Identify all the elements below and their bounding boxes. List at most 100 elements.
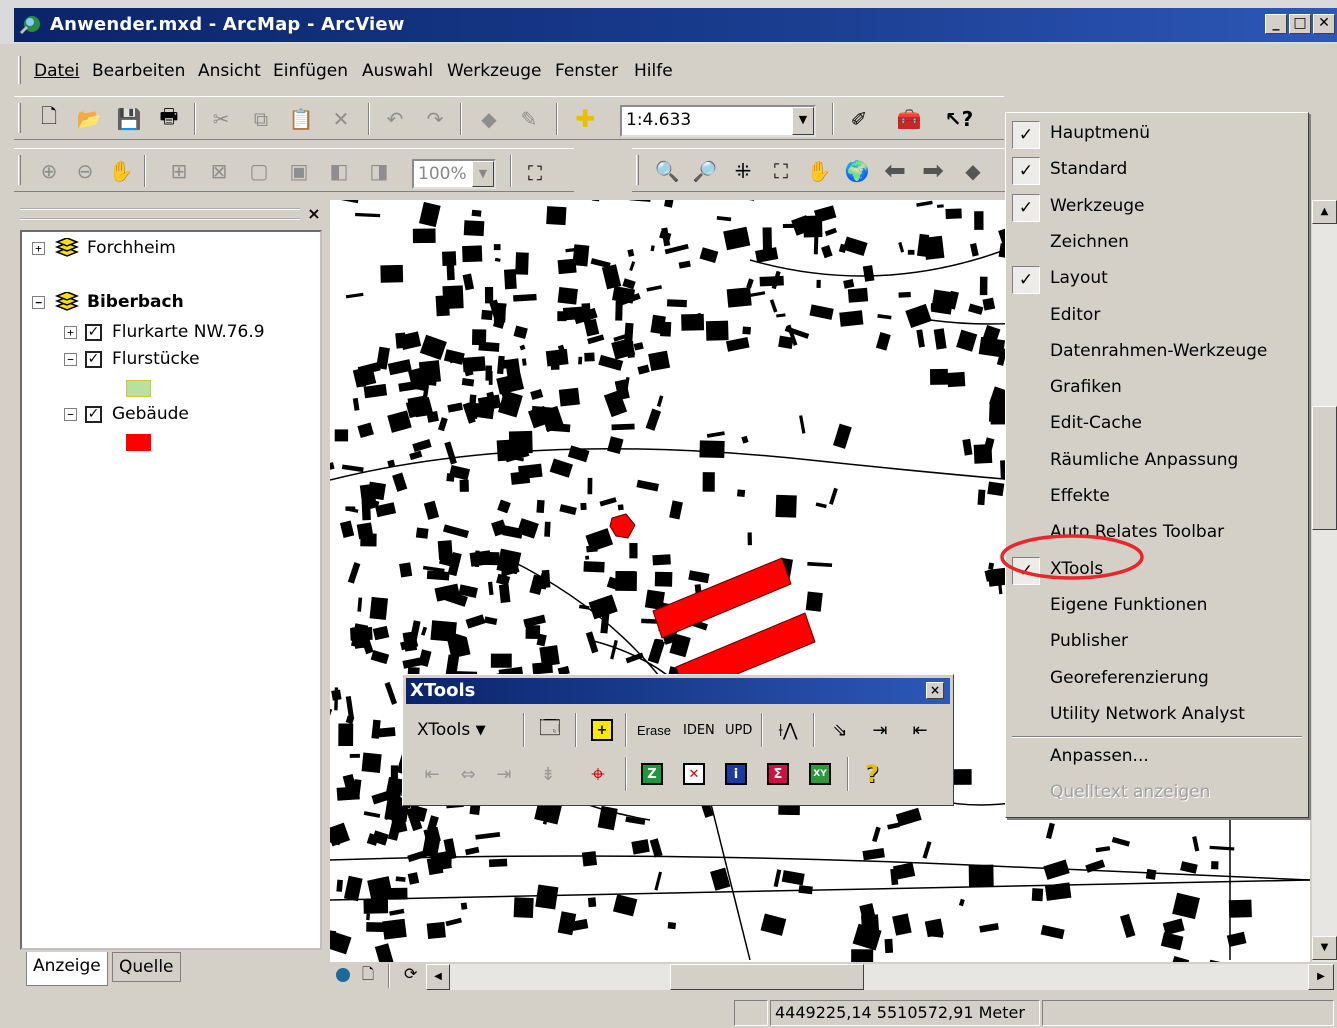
scroll-thumb[interactable] [670,964,864,990]
menu-datei[interactable]: Datei [34,61,79,81]
zoom-out-icon[interactable]: 🔎 [690,155,720,187]
toc-dock-handle[interactable] [20,208,300,220]
add-data-icon[interactable]: ✚ [570,103,600,135]
fit-to-line-icon[interactable]: ⇤ [905,715,935,745]
tree-layer-flurkarte[interactable]: + ✓ Flurkarte NW.76.9 [64,322,265,342]
map-vertical-scrollbar[interactable]: ▲ ▼ [1312,200,1337,962]
pen-icon[interactable]: ◆ [474,103,504,135]
map-horizontal-scrollbar[interactable] [450,964,1308,990]
delete-field-icon[interactable]: ✕ [679,759,709,789]
scroll-down-button[interactable]: ▼ [1312,936,1337,960]
xtools-dropdown-menu[interactable]: XTools ▼ [417,715,486,745]
pen-tool-icon[interactable]: ✎ [514,103,544,135]
layout-view-icon[interactable]: 🗋 [362,964,374,989]
copy-icon[interactable]: ⧉ [246,103,276,135]
menu-item-standard[interactable]: ✓ Standard [1006,153,1306,187]
menu-item-layout[interactable]: ✓ Layout [1006,262,1306,296]
titlebar-gradient[interactable]: Anwender.mxd - ArcMap - ArcView _ □ ✕ [14,8,1337,42]
minimize-button[interactable]: _ [1265,14,1287,34]
info-field-icon[interactable]: i [721,759,751,789]
tab-anzeige[interactable]: Anzeige [26,952,108,986]
collapse-icon[interactable]: − [32,295,45,309]
scroll-left-button[interactable]: ◀ [426,964,450,990]
menu-item-hauptmenü[interactable]: ✓ Hauptmenü [1006,117,1306,151]
convert-shapes-icon[interactable]: ⇘ [823,715,857,745]
toolbar-grip[interactable] [18,155,21,185]
delete-icon[interactable]: ✕ [326,103,356,135]
layer-visibility-checkbox[interactable]: ✓ [85,405,102,423]
menu-item-datenrahmen-werkzeuge[interactable]: Datenrahmen-Werkzeuge [1006,335,1306,369]
update-button[interactable]: UPD [725,715,752,745]
menu-item-georeferenzierung[interactable]: Georeferenzierung [1006,662,1306,696]
chevron-down-icon[interactable]: ▼ [792,107,814,135]
page-zoom-combo[interactable]: 100% ▼ [412,159,496,189]
pan-hand-icon[interactable]: ✋ [804,155,834,187]
menubar-grip[interactable] [18,56,21,84]
help-icon[interactable]: ? [857,759,887,789]
tree-group-forchheim[interactable]: + Forchheim [32,238,176,258]
focus-data-frame-icon[interactable]: ⛶ [520,157,550,189]
whats-this-icon[interactable]: ↖? [944,103,974,135]
menu-item-eigene-funktionen[interactable]: Eigene Funktionen [1006,589,1306,623]
collapse-icon[interactable]: − [64,407,77,421]
back-extent-icon[interactable]: ◧ [324,155,354,187]
save-icon[interactable]: 💾 [114,103,144,135]
tree-layer-flurstuecke[interactable]: − ✓ Flurstücke [64,349,200,369]
tree-layer-gebaeude[interactable]: − ✓ Gebäude [64,404,189,424]
arc-toolbox-icon[interactable]: 🧰 [894,103,924,135]
select-features-icon[interactable]: ◆ [958,155,988,187]
sum-field-icon[interactable]: Σ [763,759,793,789]
gebaeude-symbol-swatch[interactable] [126,434,151,451]
menu-item-räumliche-anpassung[interactable]: Räumliche Anpassung [1006,444,1306,478]
zoom-in-icon[interactable]: 🔍 [652,155,682,187]
expand-icon[interactable]: + [64,325,77,339]
editor-icon[interactable]: ✐ [844,103,874,135]
field-calc-green-icon[interactable]: Z [637,759,667,789]
menu-werkzeuge[interactable]: Werkzeuge [447,61,542,81]
erase-button[interactable]: Erase [637,715,671,745]
menu-item-werkzeuge[interactable]: ✓ Werkzeuge [1006,190,1306,224]
table-properties-icon[interactable]: 🗔 [535,715,565,745]
split-right-icon[interactable]: ⇥ [489,759,519,789]
menu-bearbeiten[interactable]: Bearbeiten [92,61,185,81]
map-scale-combo[interactable]: 1:4.633 ▼ [620,105,816,137]
toc-close-button[interactable]: × [304,204,324,224]
zoom-out-page-icon[interactable]: ⊖ [70,155,100,187]
menu-ansicht[interactable]: Ansicht [198,61,261,81]
menu-auswahl[interactable]: Auswahl [362,61,433,81]
split-left-icon[interactable]: ⇤ [417,759,447,789]
menu-item-zeichnen[interactable]: Zeichnen [1006,226,1306,260]
crosshair-icon[interactable]: ⌖ [583,759,613,789]
zoom-100-icon[interactable]: ▢ [244,155,274,187]
zoom-whole-page-icon[interactable]: ⊞ [164,155,194,187]
collapse-icon[interactable]: − [64,352,77,366]
split-step-icon[interactable]: ⇟ [533,759,563,789]
menu-item-edit-cache[interactable]: Edit-Cache [1006,407,1306,441]
fixed-zoom-in-icon[interactable]: ⁜ [728,155,758,187]
menu-item-publisher[interactable]: Publisher [1006,625,1306,659]
fixed-zoom-out-icon[interactable]: ⛶ [766,155,796,187]
close-button[interactable]: ✕ [1313,14,1335,34]
forward-extent-icon[interactable]: ◨ [364,155,394,187]
xtools-titlebar[interactable]: XTools × [406,678,950,704]
toolbar-grip[interactable] [636,155,639,185]
pan-page-icon[interactable]: ✋ [106,155,136,187]
forward-arrow-icon[interactable]: ➡ [918,155,948,187]
full-extent-icon[interactable]: 🌍 [842,155,872,187]
fit-icon[interactable]: ▣ [284,155,314,187]
menu-item-grafiken[interactable]: Grafiken [1006,371,1306,405]
tab-quelle[interactable]: Quelle [112,952,181,982]
menu-hilfe[interactable]: Hilfe [634,61,673,81]
redo-icon[interactable]: ↷ [420,103,450,135]
xtools-toolbar[interactable]: XTools × XTools ▼ 🗔 + Erase IDEN UPD ⟊⋀ … [402,674,954,806]
layer-visibility-checkbox[interactable]: ✓ [85,350,102,368]
cut-icon[interactable]: ✂ [206,103,236,135]
refresh-icon[interactable]: ⟳ [404,964,417,983]
zoom-in-page-icon[interactable]: ⊕ [34,155,64,187]
open-icon[interactable]: 📂 [74,103,104,135]
menu-einfuegen[interactable]: Einfügen [273,61,348,81]
identity-button[interactable]: IDEN [683,715,715,745]
menu-item-utility-network-analyst[interactable]: Utility Network Analyst [1006,698,1306,732]
maximize-button[interactable]: □ [1289,14,1311,34]
split-mid-icon[interactable]: ⇔ [453,759,483,789]
